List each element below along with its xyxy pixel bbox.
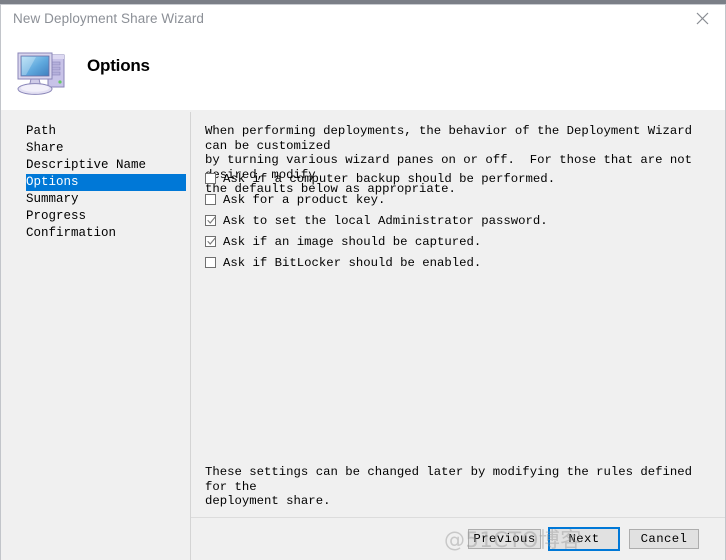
wizard-window: New Deployment Share Wizard (0, 0, 726, 560)
checkbox-capture-image[interactable] (205, 236, 216, 247)
checkbox-admin-password[interactable] (205, 215, 216, 226)
check-icon (207, 216, 216, 225)
sidebar-item-path[interactable]: Path (1, 123, 190, 140)
page-title: Options (87, 56, 150, 76)
sidebar-item-progress[interactable]: Progress (1, 208, 190, 225)
content-pane: When performing deployments, the behavio… (191, 110, 725, 560)
computer-icon (14, 47, 72, 97)
sidebar-item-confirmation[interactable]: Confirmation (1, 225, 190, 242)
option-row-capture-image[interactable]: Ask if an image should be captured. (205, 231, 705, 252)
option-row-product-key[interactable]: Ask for a product key. (205, 189, 705, 210)
previous-button[interactable]: Previous (468, 529, 541, 549)
checkbox-computer-backup[interactable] (205, 173, 216, 184)
option-row-admin-password[interactable]: Ask to set the local Administrator passw… (205, 210, 705, 231)
sidebar-item-options[interactable]: Options (26, 174, 186, 191)
sidebar-item-summary[interactable]: Summary (1, 191, 190, 208)
option-label-admin-password: Ask to set the local Administrator passw… (223, 214, 548, 228)
wizard-sidebar: Path Share Descriptive Name Options Summ… (1, 110, 190, 560)
option-row-bitlocker[interactable]: Ask if BitLocker should be enabled. (205, 252, 705, 273)
option-label-computer-backup: Ask if a computer backup should be perfo… (223, 172, 555, 186)
wizard-step-list: Path Share Descriptive Name Options Summ… (1, 123, 190, 242)
check-icon (207, 237, 216, 246)
option-label-capture-image: Ask if an image should be captured. (223, 235, 481, 249)
options-checkbox-list: Ask if a computer backup should be perfo… (205, 168, 705, 273)
sidebar-item-share[interactable]: Share (1, 140, 190, 157)
next-button[interactable]: Next (548, 527, 620, 551)
option-label-product-key: Ask for a product key. (223, 193, 385, 207)
page-header: Options (1, 32, 725, 110)
cancel-button[interactable]: Cancel (629, 529, 699, 549)
option-row-computer-backup[interactable]: Ask if a computer backup should be perfo… (205, 168, 705, 189)
wizard-body: Path Share Descriptive Name Options Summ… (1, 110, 725, 560)
checkbox-product-key[interactable] (205, 194, 216, 205)
window-title: New Deployment Share Wizard (13, 11, 204, 26)
sidebar-item-descriptive-name[interactable]: Descriptive Name (1, 157, 190, 174)
footnote-text: These settings can be changed later by m… (205, 465, 705, 509)
close-icon (696, 12, 709, 25)
title-bar: New Deployment Share Wizard (1, 5, 725, 32)
option-label-bitlocker: Ask if BitLocker should be enabled. (223, 256, 481, 270)
close-button[interactable] (680, 5, 724, 32)
checkbox-bitlocker[interactable] (205, 257, 216, 268)
button-bar: Previous Next Cancel (191, 518, 725, 560)
